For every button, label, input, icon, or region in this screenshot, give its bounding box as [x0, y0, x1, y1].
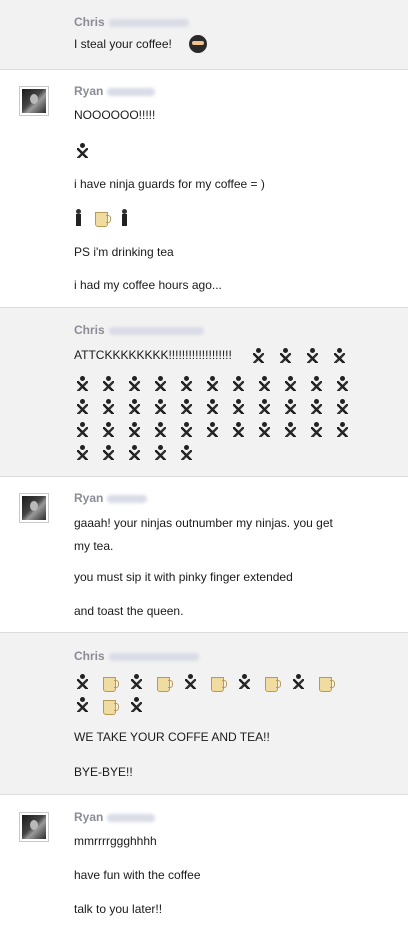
ninja-icon — [100, 375, 118, 393]
divider — [0, 794, 408, 795]
message-text: have fun with the coffee — [74, 868, 201, 882]
ninja-icon — [74, 375, 92, 393]
message-text: i had my coffee hours ago... — [74, 278, 222, 292]
ninja-icon — [74, 673, 92, 691]
sender-name: Chris — [74, 649, 199, 663]
emoji-row — [74, 695, 155, 715]
message-text: PS i'm drinking tea — [74, 245, 174, 259]
coffee-cup-icon — [93, 208, 111, 227]
ninja-icon — [230, 375, 248, 393]
avatar — [19, 493, 49, 523]
ninja-icon — [126, 375, 144, 393]
sender-name: Chris — [74, 15, 189, 29]
ninja-grid — [74, 372, 360, 464]
ninja-icon — [152, 444, 170, 462]
message-text: i have ninja guards for my coffee = ) — [74, 177, 265, 191]
ninja-icon — [126, 398, 144, 416]
ninja-icon — [308, 398, 326, 416]
ninja-icon — [152, 398, 170, 416]
ninja-icon — [182, 673, 200, 691]
ninja-icon — [308, 375, 326, 393]
sender-name: Ryan — [74, 810, 156, 824]
ninja-icon — [334, 421, 352, 439]
ninja-icon — [178, 398, 196, 416]
message-text: and toast the queen. — [74, 604, 184, 618]
message-text: mmrrrrggghhhh — [74, 834, 157, 848]
ninja-icon — [100, 444, 118, 462]
emoji-row — [74, 207, 139, 227]
ninja-icon — [290, 673, 308, 691]
ninja-icon — [204, 375, 222, 393]
message-text: WE TAKE YOUR COFFE AND TEA!! — [74, 730, 270, 744]
emoji-row — [250, 346, 358, 366]
coffee-cup-icon — [101, 673, 119, 692]
ninja-icon — [331, 347, 349, 365]
guard-icon — [120, 208, 130, 226]
ninja-icon — [74, 398, 92, 416]
ninja-icon — [282, 421, 300, 439]
ninja-icon — [277, 347, 295, 365]
ninja-icon — [74, 142, 92, 160]
ninja-icon — [308, 421, 326, 439]
ninja-icon — [204, 398, 222, 416]
coffee-cup-icon — [155, 673, 173, 692]
sender-name: Ryan — [74, 84, 156, 98]
coffee-cup-icon — [317, 673, 335, 692]
ninja-icon — [128, 696, 146, 714]
ninja-icon — [126, 444, 144, 462]
ninja-icon — [256, 375, 274, 393]
ninja-icon — [334, 375, 352, 393]
avatar — [19, 812, 49, 842]
message-text: you must sip it with pinky finger extend… — [74, 570, 293, 584]
ninja-icon — [128, 673, 146, 691]
ninja-mask-icon — [188, 34, 208, 54]
divider — [0, 476, 408, 477]
ninja-icon — [230, 398, 248, 416]
message-text: NOOOOOO!!!!! — [74, 108, 156, 122]
ninja-icon — [250, 347, 268, 365]
ninja-icon — [256, 421, 274, 439]
emoji-row — [74, 441, 360, 464]
message-text: my tea. — [74, 539, 114, 553]
ninja-icon — [256, 398, 274, 416]
ninja-icon — [178, 421, 196, 439]
ninja-icon — [230, 421, 248, 439]
emoji-row — [74, 141, 101, 161]
avatar — [19, 86, 49, 116]
message-text: ATTCKKKKKKKK!!!!!!!!!!!!!!!!!!! — [74, 348, 232, 362]
message-text: I steal your coffee! — [74, 37, 172, 51]
sender-name: Ryan — [74, 491, 148, 505]
message-text: gaaah! your ninjas outnumber my ninjas. … — [74, 516, 333, 530]
divider — [0, 69, 408, 70]
message-block — [0, 633, 408, 794]
ninja-icon — [152, 421, 170, 439]
ninja-icon — [100, 398, 118, 416]
sender-name: Chris — [74, 323, 204, 337]
coffee-cup-icon — [263, 673, 281, 692]
ninja-icon — [74, 444, 92, 462]
ninja-icon — [178, 444, 196, 462]
message-text: talk to you later!! — [74, 902, 163, 916]
emoji-row — [74, 395, 360, 418]
ninja-icon — [282, 398, 300, 416]
message-text: BYE-BYE!! — [74, 765, 133, 779]
ninja-icon — [334, 398, 352, 416]
emoji-row — [74, 418, 360, 441]
ninja-icon — [152, 375, 170, 393]
ninja-icon — [236, 673, 254, 691]
ninja-icon — [178, 375, 196, 393]
guard-icon — [74, 208, 84, 226]
coffee-cup-icon — [101, 696, 119, 715]
ninja-icon — [74, 696, 92, 714]
coffee-cup-icon — [209, 673, 227, 692]
emoji-row — [74, 372, 360, 395]
ninja-icon — [304, 347, 322, 365]
ninja-icon — [74, 421, 92, 439]
ninja-icon — [282, 375, 300, 393]
ninja-icon — [100, 421, 118, 439]
ninja-icon — [204, 421, 222, 439]
emoji-row — [74, 672, 344, 692]
ninja-icon — [126, 421, 144, 439]
